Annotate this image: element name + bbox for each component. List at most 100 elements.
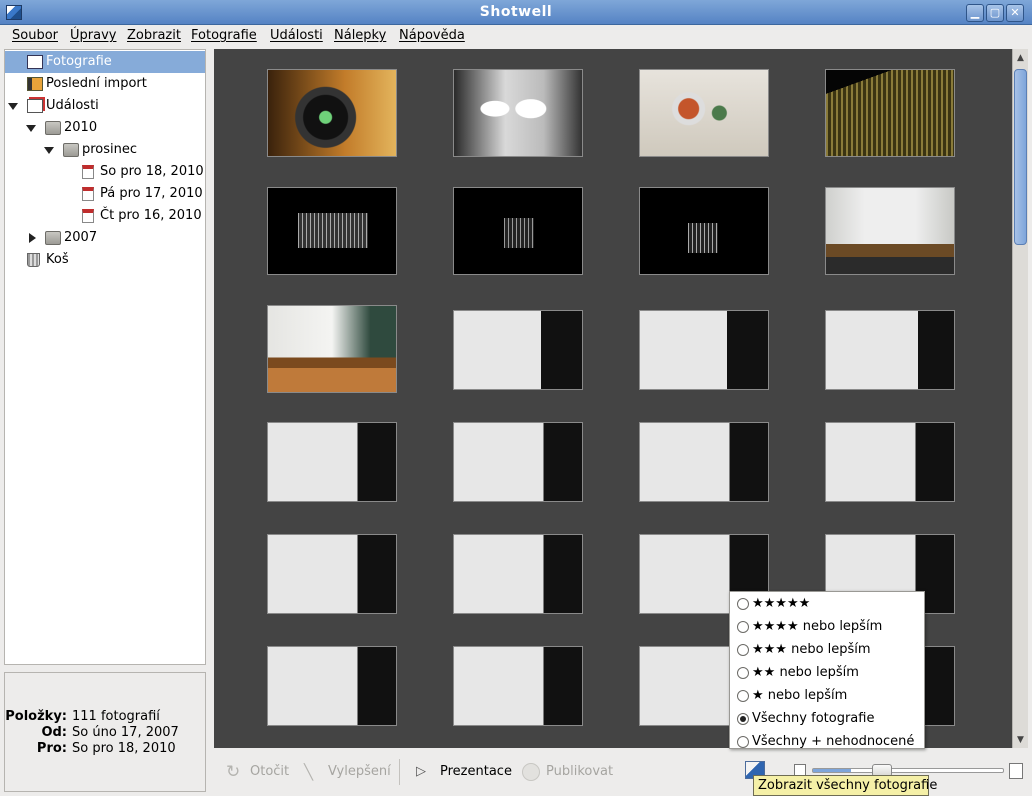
scroll-down-icon[interactable]: ▼ bbox=[1015, 735, 1026, 746]
menu-fotografie[interactable]: Fotografie bbox=[191, 28, 257, 43]
photo-thumbnail[interactable] bbox=[267, 534, 397, 614]
sidebar-item-2007[interactable]: 2007 bbox=[5, 227, 205, 249]
photo-thumbnail[interactable] bbox=[825, 422, 955, 502]
rotate-icon: ↻ bbox=[226, 762, 241, 782]
photo-thumbnail[interactable] bbox=[453, 422, 583, 502]
photo-thumbnail[interactable] bbox=[639, 422, 769, 502]
calendar-icon bbox=[82, 187, 94, 201]
folder-icon bbox=[45, 121, 61, 135]
rating-filter-option-label: ★★ nebo lepším bbox=[752, 665, 859, 680]
info-items: Položky: 111 fotografií bbox=[5, 709, 205, 725]
menu-zobrazit[interactable]: Zobrazit bbox=[127, 28, 181, 43]
photo-thumbnail[interactable] bbox=[453, 187, 583, 275]
sidebar-item-2010[interactable]: 2010 bbox=[5, 117, 205, 139]
rating-filter-option[interactable]: Všechny + nehodnocené bbox=[736, 732, 922, 752]
photo-thumbnail[interactable] bbox=[453, 534, 583, 614]
sidebar-item-photos[interactable]: Fotografie bbox=[5, 51, 205, 73]
rating-filter-option-label: ★★★★★ bbox=[752, 596, 811, 611]
expander-down-icon[interactable] bbox=[44, 147, 54, 154]
rating-filter-option-label: ★★★★ nebo lepším bbox=[752, 619, 883, 634]
sidebar-item-label: Čt pro 16, 2010 bbox=[100, 208, 202, 223]
title-bar: Shotwell ▁ ▢ ✕ bbox=[0, 0, 1032, 25]
sidebar-item-label: prosinec bbox=[82, 142, 138, 157]
maximize-icon[interactable]: ▢ bbox=[986, 4, 1004, 22]
info-value: So úno 17, 2007 bbox=[72, 725, 179, 740]
menu-udalosti[interactable]: Události bbox=[270, 28, 323, 43]
rating-filter-option-label: ★ nebo lepším bbox=[752, 688, 848, 703]
expander-down-icon[interactable] bbox=[26, 125, 36, 132]
info-to: Pro: So pro 18, 2010 bbox=[5, 741, 205, 757]
photo-thumbnail[interactable] bbox=[825, 187, 955, 275]
menu-upravy[interactable]: Úpravy bbox=[70, 28, 116, 43]
radio-icon[interactable] bbox=[737, 667, 749, 679]
events-icon bbox=[27, 99, 43, 113]
photo-thumbnail[interactable] bbox=[639, 310, 769, 390]
toolbar-separator bbox=[399, 759, 400, 785]
sidebar-item-events[interactable]: Události bbox=[5, 95, 205, 117]
info-value: 111 fotografií bbox=[72, 709, 160, 724]
zoom-track[interactable] bbox=[812, 768, 1004, 773]
pane-splitter[interactable] bbox=[4, 665, 206, 672]
menu-soubor[interactable]: Soubor bbox=[12, 28, 58, 43]
photo-thumbnail[interactable] bbox=[267, 187, 397, 275]
wand-icon: ╲ bbox=[304, 763, 314, 781]
photo-thumbnail[interactable] bbox=[267, 422, 397, 502]
calendar-icon bbox=[82, 165, 94, 179]
sidebar-item-trash[interactable]: Koš bbox=[5, 249, 205, 271]
rating-filter-menu: ★★★★★ ★★★★ nebo lepším ★★★ nebo lepším ★★ n… bbox=[729, 591, 925, 749]
radio-icon[interactable] bbox=[737, 621, 749, 633]
expander-down-icon[interactable] bbox=[8, 103, 18, 110]
calendar-icon bbox=[82, 209, 94, 223]
sidebar-item-day[interactable]: Pá pro 17, 2010 bbox=[5, 183, 205, 205]
close-icon[interactable]: ✕ bbox=[1006, 4, 1024, 22]
radio-icon[interactable] bbox=[737, 598, 749, 610]
sidebar-item-label: So pro 18, 2010 bbox=[100, 164, 204, 179]
photo-thumbnail[interactable] bbox=[267, 305, 397, 393]
sidebar-item-prosinec[interactable]: prosinec bbox=[5, 139, 205, 161]
rating-filter-option[interactable]: ★★★★ nebo lepším bbox=[736, 617, 922, 637]
sidebar-item-label: Pá pro 17, 2010 bbox=[100, 186, 203, 201]
sidebar: Fotografie Poslední import Události 2010… bbox=[4, 49, 206, 665]
photos-icon bbox=[27, 55, 43, 69]
scroll-up-icon[interactable]: ▲ bbox=[1015, 53, 1026, 64]
photo-thumbnail[interactable] bbox=[453, 69, 583, 157]
sidebar-item-label: Fotografie bbox=[46, 54, 112, 69]
minimize-icon[interactable]: ▁ bbox=[966, 4, 984, 22]
photo-thumbnail[interactable] bbox=[453, 646, 583, 726]
info-label: Položky: bbox=[5, 709, 67, 724]
rating-filter-option-label: Všechny fotografie bbox=[752, 711, 875, 726]
photo-thumbnail[interactable] bbox=[267, 69, 397, 157]
zoom-in-icon[interactable] bbox=[1009, 763, 1023, 779]
sidebar-item-last-import[interactable]: Poslední import bbox=[5, 73, 205, 95]
info-value: So pro 18, 2010 bbox=[72, 741, 176, 756]
sidebar-item-day[interactable]: So pro 18, 2010 bbox=[5, 161, 205, 183]
photo-thumbnail[interactable] bbox=[267, 646, 397, 726]
photo-thumbnail[interactable] bbox=[639, 69, 769, 157]
rating-filter-option[interactable]: ★★★★★ bbox=[736, 594, 922, 614]
rating-filter-option[interactable]: ★★★ nebo lepším bbox=[736, 640, 922, 660]
rating-filter-option[interactable]: ★★ nebo lepším bbox=[736, 663, 922, 683]
menu-nalepky[interactable]: Nálepky bbox=[334, 28, 386, 43]
sidebar-item-label: Události bbox=[46, 98, 99, 113]
radio-icon[interactable] bbox=[737, 736, 749, 748]
expander-right-icon[interactable] bbox=[29, 233, 36, 243]
menu-bar: Soubor Úpravy Zobrazit Fotografie Událos… bbox=[0, 25, 1032, 47]
rating-filter-option[interactable]: Všechny fotografie bbox=[736, 709, 922, 729]
scrollbar-thumb[interactable] bbox=[1014, 69, 1027, 245]
play-icon: ▷ bbox=[416, 764, 426, 779]
radio-icon[interactable] bbox=[737, 644, 749, 656]
photo-thumbnail[interactable] bbox=[825, 69, 955, 157]
photo-thumbnail[interactable] bbox=[825, 310, 955, 390]
rating-filter-option[interactable]: ★ nebo lepším bbox=[736, 686, 922, 706]
vertical-scrollbar[interactable]: ▲ ▼ bbox=[1012, 49, 1028, 748]
photo-thumbnail[interactable] bbox=[453, 310, 583, 390]
photo-thumbnail[interactable] bbox=[639, 187, 769, 275]
info-panel: Položky: 111 fotografií Od: So úno 17, 2… bbox=[4, 672, 206, 792]
sidebar-item-day[interactable]: Čt pro 16, 2010 bbox=[5, 205, 205, 227]
info-label: Od: bbox=[41, 725, 67, 740]
tooltip: Zobrazit všechny fotografie bbox=[753, 775, 937, 796]
menu-napoveda[interactable]: Nápověda bbox=[399, 28, 465, 43]
sidebar-item-label: Poslední import bbox=[46, 76, 147, 91]
radio-icon[interactable] bbox=[737, 690, 749, 702]
radio-icon[interactable] bbox=[737, 713, 749, 725]
